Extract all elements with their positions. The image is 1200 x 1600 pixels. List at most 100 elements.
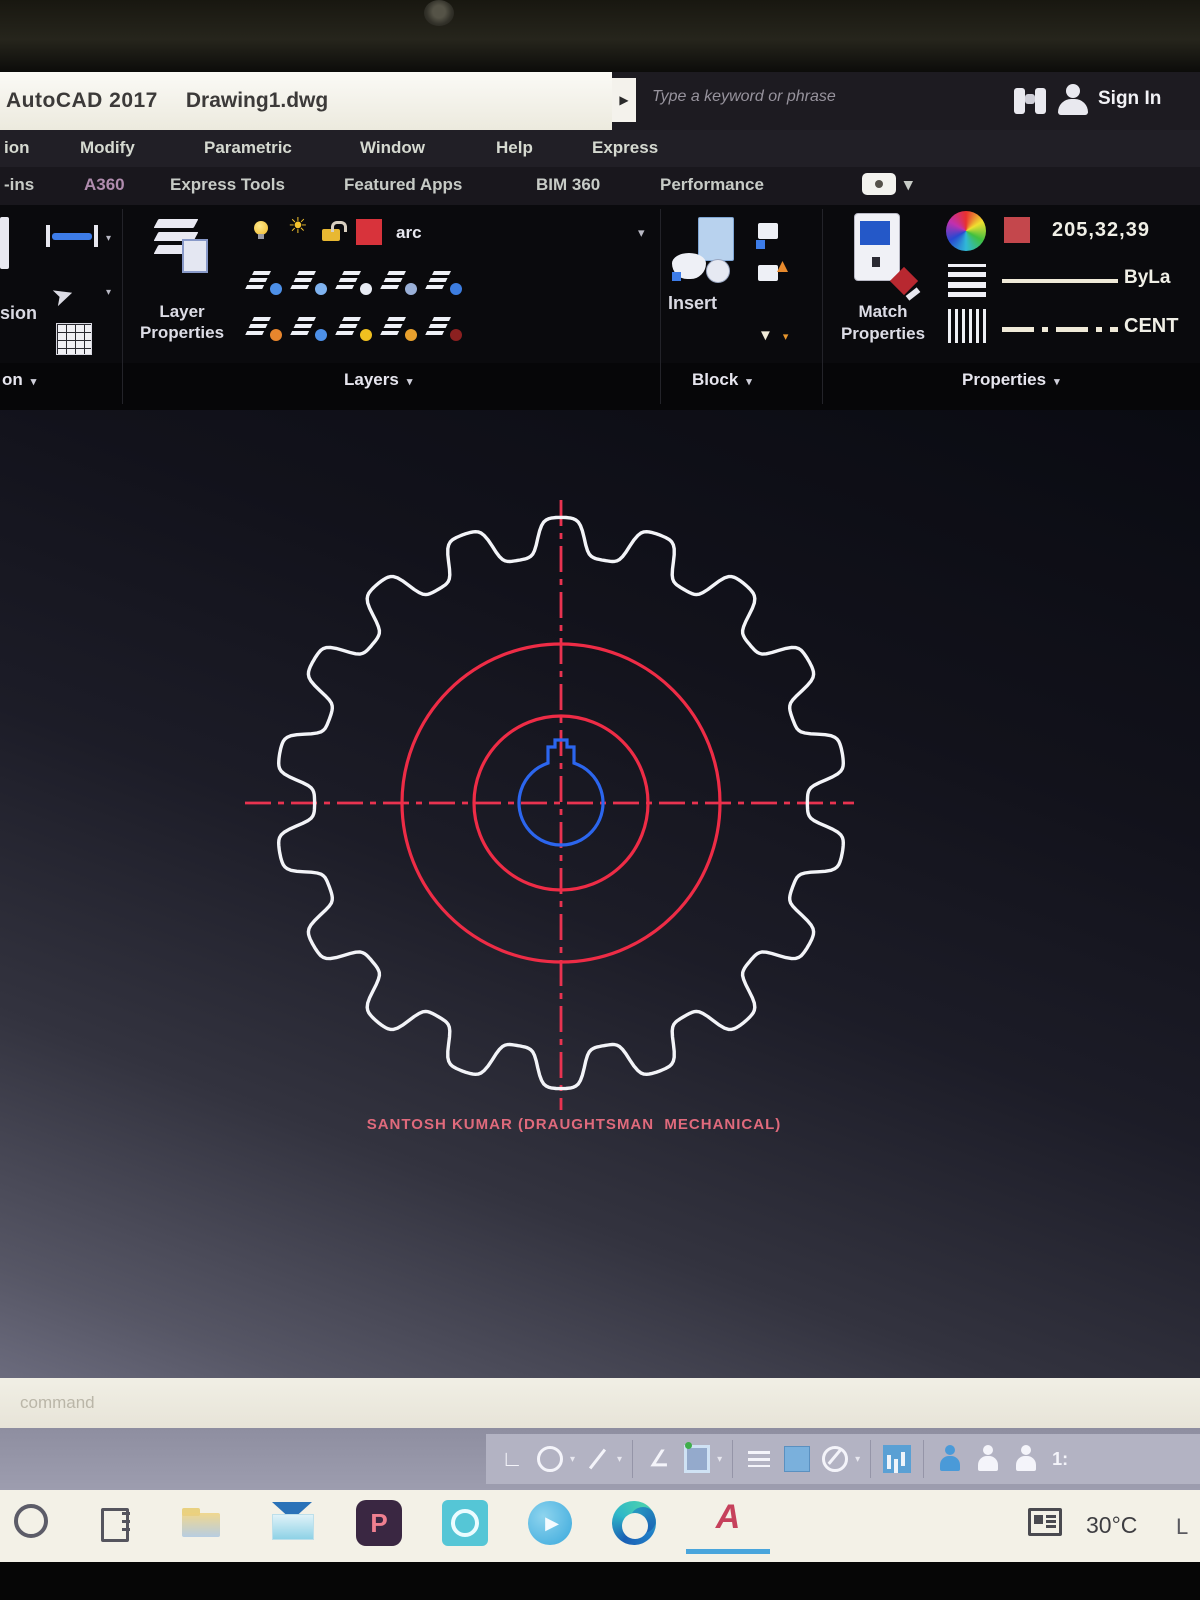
annotation-scale-value[interactable]: 1:	[1052, 1449, 1068, 1470]
weather-text-cut: L	[1176, 1514, 1188, 1540]
create-block-icon[interactable]	[756, 219, 790, 249]
annotation-person-icon[interactable]	[934, 1442, 966, 1476]
search-go-button[interactable]: ▶	[612, 78, 636, 122]
object-color-value[interactable]: 205,32,39	[1052, 219, 1150, 242]
record-caret-icon[interactable]: ▾	[904, 175, 913, 195]
layer-color-swatch[interactable]	[356, 219, 382, 245]
menu-item-window[interactable]: Window	[360, 138, 425, 158]
panel-divider	[660, 209, 661, 404]
text-tool-icon[interactable]	[0, 217, 9, 269]
layer-freeze-icon[interactable]	[342, 269, 372, 295]
layer-delete-icon[interactable]	[432, 315, 462, 341]
command-line[interactable]: command	[0, 1378, 1200, 1428]
dimension-caret-icon[interactable]: ▾	[106, 233, 111, 244]
mail-icon[interactable]	[270, 1502, 314, 1540]
layer-isolate-icon[interactable]	[252, 269, 282, 295]
menu-item-express[interactable]: Express	[592, 138, 658, 158]
cortana-icon[interactable]	[14, 1504, 48, 1538]
annotation-panel-label[interactable]: on▾	[2, 370, 36, 390]
layer-unisolate-icon[interactable]	[297, 269, 327, 295]
osnap-icon[interactable]	[681, 1442, 713, 1476]
dimension-label-cut: sion	[0, 303, 37, 324]
sign-in-button[interactable]: Sign In	[1098, 88, 1161, 110]
leader-caret-icon[interactable]: ▾	[106, 287, 111, 298]
linetype-bylayer-sample[interactable]	[1002, 279, 1118, 283]
tab-bim360[interactable]: BIM 360	[536, 175, 600, 195]
search-binoculars-icon[interactable]	[1012, 86, 1048, 116]
transparency-icon[interactable]	[781, 1442, 813, 1476]
workspace-icon[interactable]	[819, 1442, 851, 1476]
layers-panel-label[interactable]: Layers▾	[344, 370, 412, 390]
layer-unlock-icon[interactable]	[322, 229, 340, 241]
match-properties-button[interactable]	[850, 213, 914, 297]
ortho-icon[interactable]: ∟	[496, 1442, 528, 1476]
color-wheel-icon[interactable]	[946, 211, 986, 251]
table-icon[interactable]	[56, 323, 92, 355]
menu-item-parametric[interactable]: Parametric	[204, 138, 292, 158]
menu-item-help[interactable]: Help	[496, 138, 533, 158]
linetype-bylayer-label[interactable]: ByLa	[1124, 267, 1170, 289]
teal-app-icon[interactable]	[442, 1500, 488, 1546]
layer-lock-icon[interactable]	[387, 269, 417, 295]
hatch-icon[interactable]	[948, 309, 986, 343]
isodraft-icon[interactable]	[881, 1442, 913, 1476]
workspace-caret-icon[interactable]: ▾	[855, 1454, 860, 1465]
panel-divider	[822, 209, 823, 404]
record-icon[interactable]	[862, 173, 896, 195]
titlebar: AutoCAD 2017 Drawing1.dwg ▶ Type a keywo…	[0, 72, 1200, 130]
task-view-icon[interactable]	[96, 1504, 130, 1542]
edit-block-icon[interactable]	[756, 261, 790, 291]
snap-icon[interactable]	[534, 1442, 566, 1476]
layer-change-icon[interactable]	[432, 269, 462, 295]
weather-temp[interactable]: 30°C	[1086, 1512, 1137, 1539]
polar-caret-icon[interactable]: ▾	[617, 1454, 622, 1465]
autocad-taskbar-icon[interactable]: A	[700, 1498, 756, 1546]
lineweight-icon[interactable]	[743, 1442, 775, 1476]
drawing-canvas[interactable]: SANTOSH KUMAR (DRAUGHTSMAN MECHANICAL)	[0, 410, 1200, 1378]
lineweight-icon[interactable]	[948, 263, 986, 297]
properties-panel-label[interactable]: Properties▾	[962, 370, 1060, 390]
linetype-center-sample[interactable]	[1002, 327, 1118, 332]
polar-icon[interactable]	[581, 1442, 613, 1476]
file-explorer-icon[interactable]	[182, 1508, 222, 1540]
tab-performance[interactable]: Performance	[660, 175, 764, 195]
menu-item-dimension-cut[interactable]: ion	[4, 138, 30, 158]
help-search-input[interactable]: Type a keyword or phrase	[652, 88, 952, 106]
angle-icon[interactable]: ∠	[643, 1442, 675, 1476]
p-app-icon[interactable]: P	[356, 1500, 402, 1546]
block-panel-label[interactable]: Block▾	[692, 370, 752, 390]
menu-item-modify[interactable]: Modify	[80, 138, 135, 158]
osnap-caret-icon[interactable]: ▾	[717, 1454, 722, 1465]
edge-browser-icon[interactable]	[612, 1501, 656, 1545]
annotation-scale-icon[interactable]	[972, 1442, 1004, 1476]
layer-off-icon[interactable]	[252, 315, 282, 341]
layer-unlock-all-icon[interactable]	[387, 315, 417, 341]
object-color-swatch[interactable]	[1004, 217, 1030, 243]
tab-featured-apps[interactable]: Featured Apps	[344, 175, 462, 195]
tab-express-tools[interactable]: Express Tools	[170, 175, 285, 195]
layer-match-icon[interactable]	[297, 315, 327, 341]
layer-on-bulb-icon[interactable]	[254, 221, 268, 235]
tab-a360[interactable]: A360	[84, 175, 125, 195]
insert-block-button[interactable]	[672, 217, 736, 283]
ribbon-panels: ▾ ➤ ▾ sion on▾ Layer Properties ☀ arc ▾ …	[0, 205, 1200, 410]
current-layer-name[interactable]: arc	[396, 223, 422, 243]
block-expand-icon[interactable]: ▼▾	[758, 327, 788, 344]
media-player-icon[interactable]: ▶	[528, 1501, 572, 1545]
annotation-scale-icon-2[interactable]	[1010, 1442, 1042, 1476]
dimension-icon[interactable]	[46, 225, 98, 247]
layer-properties-button[interactable]: Layer Properties	[128, 213, 236, 361]
news-weather-icon[interactable]	[1028, 1506, 1070, 1540]
titlebar-left: AutoCAD 2017 Drawing1.dwg	[0, 72, 612, 130]
layer-thaw-all-icon[interactable]	[342, 315, 372, 341]
snap-caret-icon[interactable]: ▾	[570, 1454, 575, 1465]
leader-icon[interactable]: ➤	[48, 272, 97, 317]
tab-addins-cut[interactable]: -ins	[4, 175, 34, 195]
layer-dropdown-caret-icon[interactable]: ▾	[638, 225, 645, 241]
layer-properties-label: Layer Properties	[128, 301, 236, 343]
menu-bar: ion Modify Parametric Window Help Expres…	[0, 130, 1200, 167]
linetype-center-label[interactable]: CENT	[1124, 315, 1178, 338]
drawing-signature-text: SANTOSH KUMAR (DRAUGHTSMAN MECHANICAL)	[0, 1116, 1148, 1133]
layer-thaw-sun-icon[interactable]: ☀	[288, 215, 308, 237]
app-title: AutoCAD 2017	[6, 89, 158, 113]
